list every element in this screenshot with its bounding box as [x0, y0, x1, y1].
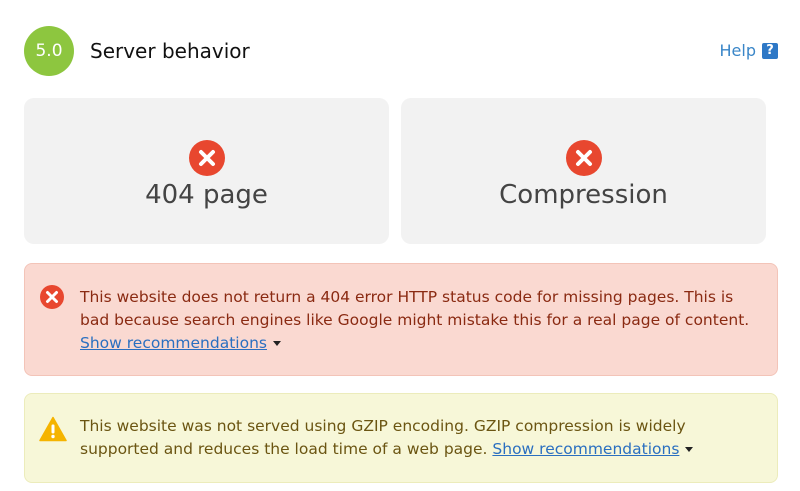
show-recommendations-link[interactable]: Show recommendations — [80, 334, 267, 352]
x-circle-icon — [188, 140, 225, 176]
x-circle-icon — [39, 284, 65, 310]
warning-alert: This website was not served using GZIP e… — [24, 393, 778, 483]
error-alert: This website does not return a 404 error… — [24, 263, 778, 376]
warning-alert-message: This website was not served using GZIP e… — [80, 415, 757, 461]
help-label: Help — [719, 41, 756, 60]
card-label: Compression — [499, 180, 668, 210]
card-compression: Compression — [401, 98, 766, 244]
question-mark-icon: ? — [762, 43, 778, 59]
show-recommendations-link[interactable]: Show recommendations — [492, 440, 679, 458]
error-alert-message: This website does not return a 404 error… — [80, 286, 757, 355]
score-badge: 5.0 — [24, 26, 74, 76]
card-label: 404 page — [145, 180, 268, 210]
help-link[interactable]: Help ? — [720, 41, 778, 61]
section-header: 5.0 Server behavior Help ? — [24, 26, 778, 76]
section-title: Server behavior — [90, 39, 250, 63]
card-404-page: 404 page — [24, 98, 389, 244]
chevron-down-icon[interactable] — [685, 447, 694, 452]
error-alert-text: This website does not return a 404 error… — [80, 288, 750, 329]
x-circle-icon — [565, 140, 602, 176]
warning-triangle-icon — [39, 416, 67, 442]
chevron-down-icon[interactable] — [272, 341, 281, 346]
